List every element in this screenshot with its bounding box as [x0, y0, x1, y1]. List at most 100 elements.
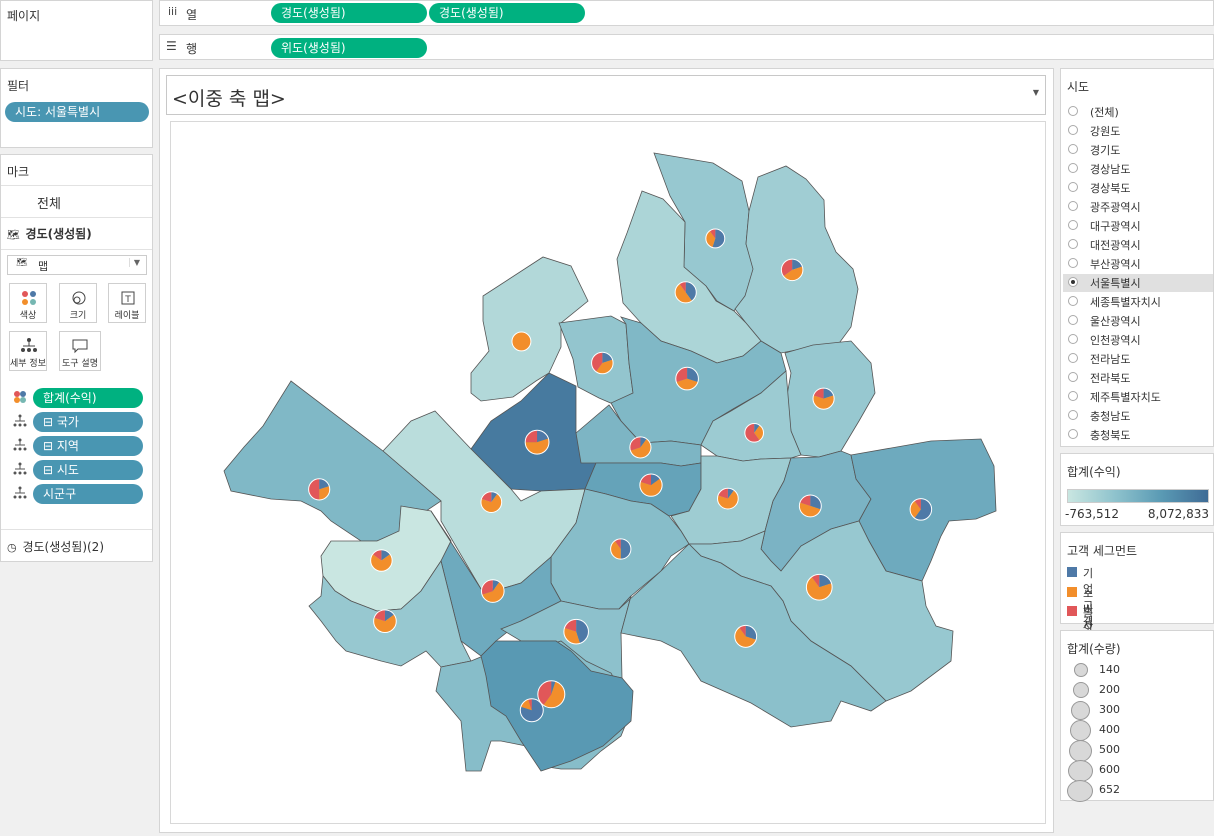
- radio-icon[interactable]: [1068, 239, 1078, 249]
- sido-filter-card: 시도 (전체) 강원도경기도 경상남도 경상북도 광주광역시 대구광역시 대전광역시 부산광역…: [1060, 68, 1214, 447]
- district-pie[interactable]: [480, 579, 505, 603]
- radio-icon[interactable]: [1068, 258, 1078, 268]
- size-button[interactable]: 크기: [59, 283, 97, 323]
- columns-pill-2[interactable]: 경도(생성됨): [429, 3, 585, 23]
- swatch: [1067, 567, 1077, 577]
- district-pie[interactable]: [610, 538, 632, 560]
- district-pie[interactable]: [812, 387, 835, 410]
- district-pie[interactable]: [370, 549, 393, 572]
- sido-option[interactable]: 울산광역시: [1063, 312, 1213, 330]
- radio-icon[interactable]: [1068, 182, 1078, 192]
- sido-option[interactable]: 인천광역시: [1063, 331, 1213, 349]
- radio-icon[interactable]: [1068, 277, 1078, 287]
- sido-option[interactable]: 경상북도: [1063, 179, 1213, 197]
- radio-icon[interactable]: [1068, 296, 1078, 306]
- sido-option[interactable]: 대구광역시: [1063, 217, 1213, 235]
- columns-pill-1[interactable]: 경도(생성됨): [271, 3, 427, 23]
- marks-all-tab[interactable]: 전체: [37, 193, 61, 212]
- chevron-down-icon[interactable]: ▼: [1033, 88, 1039, 97]
- district-pie[interactable]: [537, 680, 566, 709]
- sido-option[interactable]: 충청남도: [1063, 407, 1213, 425]
- marks-layer-tab[interactable]: 🗺 경도(생성됨): [7, 225, 147, 243]
- radio-icon[interactable]: [1068, 163, 1078, 173]
- sido-option[interactable]: 경기도: [1063, 141, 1213, 159]
- district-pie[interactable]: [511, 331, 532, 352]
- sido-option-label: (전체): [1090, 106, 1119, 119]
- tooltip-button[interactable]: 도구 설명: [59, 331, 101, 371]
- radio-icon[interactable]: [1068, 220, 1078, 230]
- district-pie[interactable]: [805, 573, 833, 601]
- profit-pill[interactable]: 합계(수익): [33, 388, 143, 408]
- radio-icon[interactable]: [1068, 391, 1078, 401]
- sido-option[interactable]: 대전광역시: [1063, 236, 1213, 254]
- seoul-map: [223, 152, 997, 772]
- district-pie[interactable]: [674, 281, 697, 304]
- sido-pill[interactable]: ⊟ 시도: [33, 460, 143, 480]
- district-pie[interactable]: [480, 491, 503, 513]
- sido-option[interactable]: 충청북도: [1063, 426, 1213, 444]
- district-pie[interactable]: [909, 498, 933, 521]
- sido-option[interactable]: 전라남도: [1063, 350, 1213, 368]
- pages-shelf[interactable]: 페이지: [0, 0, 153, 61]
- radio-icon[interactable]: [1068, 125, 1078, 135]
- profit-gradient-bar: [1067, 489, 1209, 503]
- radio-icon[interactable]: [1068, 410, 1078, 420]
- columns-icon: iii: [168, 5, 178, 18]
- color-icon: [22, 291, 36, 305]
- radio-icon[interactable]: [1068, 315, 1078, 325]
- radio-icon[interactable]: [1068, 201, 1078, 211]
- filters-shelf[interactable]: 필터 시도: 서울특별시: [0, 68, 153, 148]
- marks-layer-footer[interactable]: ◷ 경도(생성됨)(2): [7, 538, 147, 556]
- rows-shelf[interactable]: ☰ 행 위도(생성됨): [159, 34, 1214, 60]
- sido-option[interactable]: 서울특별시: [1063, 274, 1213, 292]
- district-pie[interactable]: [591, 351, 614, 375]
- mark-type-dropdown[interactable]: 🗺 맵 ▼: [7, 255, 147, 275]
- district-pie[interactable]: [563, 618, 589, 645]
- sido-filter-title: 시도: [1067, 80, 1090, 94]
- radio-icon[interactable]: [1068, 429, 1078, 439]
- tooltip-button-label: 도구 설명: [62, 359, 98, 369]
- district-pie[interactable]: [734, 624, 758, 648]
- worksheet-area: <이중 축 맵> ▼: [159, 68, 1054, 833]
- radio-icon[interactable]: [1068, 372, 1078, 382]
- radio-icon[interactable]: [1068, 353, 1078, 363]
- sido-option[interactable]: (전체): [1063, 103, 1213, 121]
- sigungu-pill[interactable]: 시군구: [33, 484, 143, 504]
- sido-option[interactable]: 광주광역시: [1063, 198, 1213, 216]
- district-pie[interactable]: [308, 478, 331, 501]
- map-view: [170, 121, 1046, 824]
- radio-icon[interactable]: [1068, 334, 1078, 344]
- rows-pill-1[interactable]: 위도(생성됨): [271, 38, 427, 58]
- sido-option[interactable]: 세종특별자치시: [1063, 293, 1213, 311]
- label-button[interactable]: T 레이블: [108, 283, 146, 323]
- sido-option-label: 충청북도: [1090, 429, 1131, 442]
- district-pie[interactable]: [629, 436, 652, 459]
- district-pie[interactable]: [524, 429, 550, 455]
- profit-legend-title: 합계(수익): [1067, 465, 1121, 479]
- sido-option-label: 강원도: [1090, 125, 1121, 138]
- district-pie[interactable]: [705, 228, 726, 249]
- district-pie[interactable]: [373, 609, 397, 634]
- sido-option[interactable]: 부산광역시: [1063, 255, 1213, 273]
- filter-pill-sido[interactable]: 시도: 서울특별시: [5, 102, 149, 122]
- sheet-title-box[interactable]: <이중 축 맵> ▼: [166, 75, 1046, 115]
- district-pie[interactable]: [798, 494, 822, 518]
- district-pie[interactable]: [675, 366, 699, 391]
- radio-icon[interactable]: [1068, 106, 1078, 116]
- marks-footer-label: 경도(생성됨)(2): [22, 540, 104, 554]
- district-pie[interactable]: [639, 473, 663, 497]
- color-button[interactable]: 색상: [9, 283, 47, 323]
- detail-button[interactable]: 세부 정보: [9, 331, 47, 371]
- sido-option[interactable]: 강원도: [1063, 122, 1213, 140]
- country-pill[interactable]: ⊟ 국가: [33, 412, 143, 432]
- sido-option[interactable]: 경상남도: [1063, 160, 1213, 178]
- district-pie[interactable]: [716, 487, 739, 510]
- district-pie[interactable]: [744, 422, 765, 443]
- sido-option[interactable]: 제주특별자치도: [1063, 388, 1213, 406]
- district-pie[interactable]: [780, 258, 804, 282]
- radio-icon[interactable]: [1068, 144, 1078, 154]
- columns-shelf[interactable]: iii 열 경도(생성됨) 경도(생성됨): [159, 0, 1214, 26]
- label-button-label: 레이블: [114, 311, 140, 321]
- sido-option[interactable]: 전라북도: [1063, 369, 1213, 387]
- region-pill[interactable]: ⊟ 지역: [33, 436, 143, 456]
